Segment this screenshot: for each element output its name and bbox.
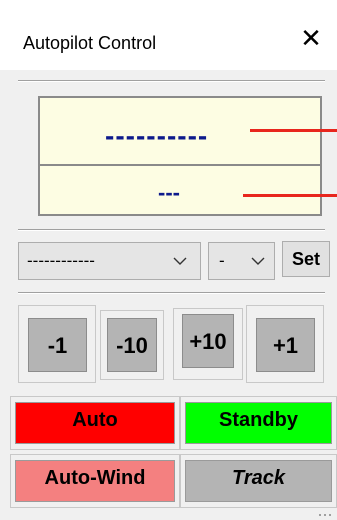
- resize-grip-icon[interactable]: [318, 512, 334, 518]
- heading-value: ----------: [105, 120, 209, 151]
- standby-button[interactable]: Standby: [180, 396, 337, 450]
- plus-1-button[interactable]: +1: [246, 305, 324, 383]
- plus-10-label: +10: [182, 314, 234, 368]
- set-button[interactable]: Set: [282, 241, 330, 277]
- minus-10-label: -10: [107, 318, 157, 372]
- divider: [18, 80, 325, 82]
- window-title: Autopilot Control: [23, 33, 157, 53]
- mode-select[interactable]: ------------: [18, 242, 201, 280]
- direction-select-value: -: [219, 251, 225, 270]
- heading-pointer: [250, 129, 337, 132]
- plus-1-label: +1: [256, 318, 315, 372]
- track-label: Track: [185, 460, 332, 502]
- minus-10-button[interactable]: -10: [100, 310, 164, 380]
- secondary-pointer: [243, 194, 337, 197]
- title-bar: Autopilot Control ✕: [0, 0, 337, 70]
- auto-label: Auto: [15, 402, 175, 444]
- chevron-down-icon: [251, 257, 265, 265]
- auto-wind-button[interactable]: Auto-Wind: [10, 454, 180, 508]
- track-button[interactable]: Track: [180, 454, 337, 508]
- minus-1-button[interactable]: -1: [18, 305, 96, 383]
- divider: [18, 229, 325, 231]
- autopilot-window: Autopilot Control ✕ ---------- --- -----…: [0, 0, 337, 520]
- standby-label: Standby: [185, 402, 332, 444]
- divider: [18, 292, 325, 294]
- close-icon[interactable]: ✕: [296, 24, 326, 54]
- auto-button[interactable]: Auto: [10, 396, 180, 450]
- chevron-down-icon: [173, 257, 187, 265]
- secondary-display: ---: [38, 164, 322, 216]
- mode-select-value: ------------: [27, 251, 95, 270]
- auto-wind-label: Auto-Wind: [15, 460, 175, 502]
- minus-1-label: -1: [28, 318, 87, 372]
- plus-10-button[interactable]: +10: [173, 308, 243, 380]
- direction-select[interactable]: -: [208, 242, 275, 280]
- secondary-value: ---: [158, 180, 180, 205]
